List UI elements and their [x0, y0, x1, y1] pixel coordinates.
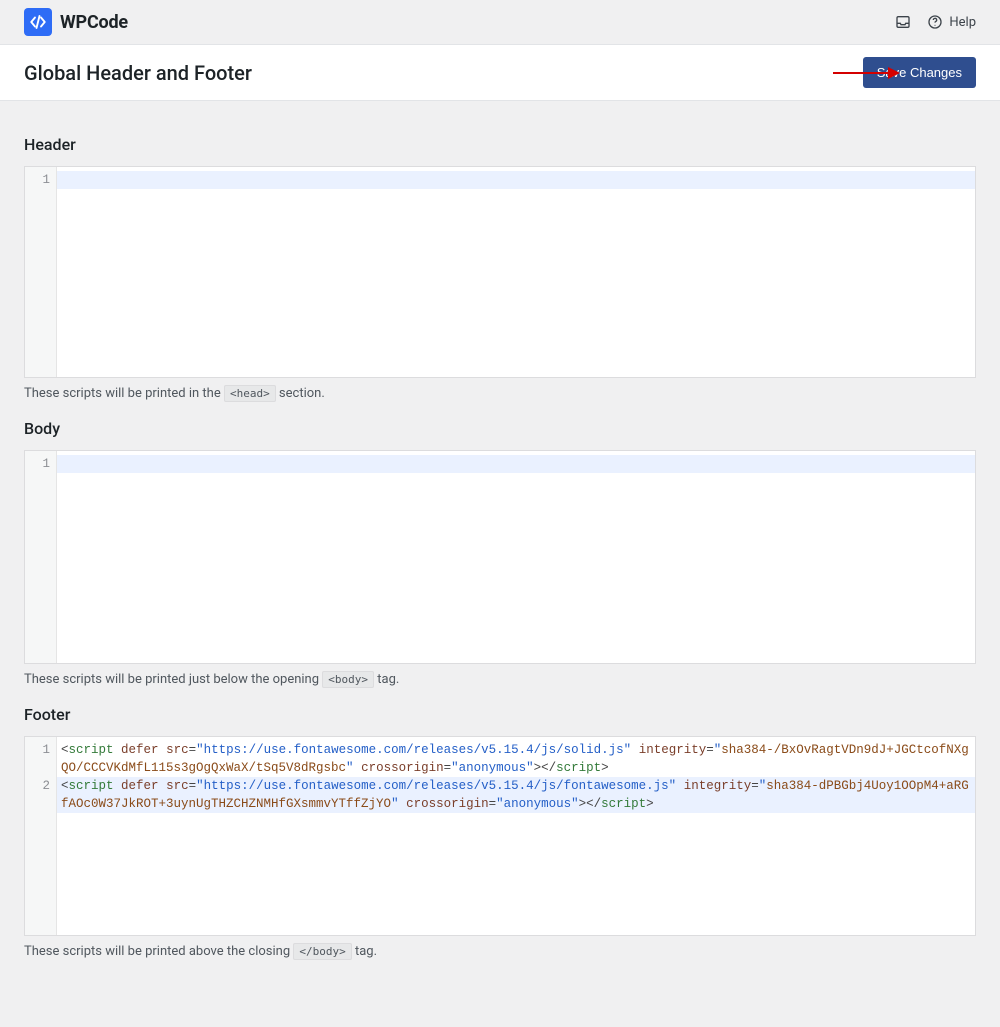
- body-section-title: Body: [24, 419, 976, 438]
- help-icon: [926, 13, 944, 31]
- inbox-icon[interactable]: [894, 13, 912, 31]
- arrow-annotation: [833, 67, 900, 79]
- footer-section-title: Footer: [24, 705, 976, 724]
- code-area[interactable]: [57, 451, 975, 663]
- header-section: Header 1 These scripts will be printed i…: [24, 135, 976, 401]
- header-hint: These scripts will be printed in the <he…: [24, 386, 976, 401]
- logo-text: WPCode: [60, 12, 128, 33]
- help-link[interactable]: Help: [926, 13, 976, 31]
- logo[interactable]: WPCode: [24, 8, 128, 36]
- page-header: Global Header and Footer Save Changes: [0, 44, 1000, 101]
- gutter: 1: [25, 451, 57, 663]
- header-section-title: Header: [24, 135, 976, 154]
- body-hint: These scripts will be printed just below…: [24, 672, 976, 687]
- topbar: WPCode Help: [0, 0, 1000, 44]
- footer-hint: These scripts will be printed above the …: [24, 944, 976, 959]
- gutter: 1: [25, 167, 57, 377]
- header-code-editor[interactable]: 1: [24, 166, 976, 378]
- logo-icon: [24, 8, 52, 36]
- gutter: 12: [25, 737, 57, 935]
- main-content: Header 1 These scripts will be printed i…: [0, 101, 1000, 999]
- footer-section: Footer 12 <script defer src="https://use…: [24, 705, 976, 959]
- code-area[interactable]: [57, 167, 975, 377]
- footer-code-editor[interactable]: 12 <script defer src="https://use.fontaw…: [24, 736, 976, 936]
- help-label: Help: [949, 15, 976, 30]
- body-code-editor[interactable]: 1: [24, 450, 976, 664]
- code-area[interactable]: <script defer src="https://use.fontaweso…: [57, 737, 975, 935]
- body-section: Body 1 These scripts will be printed jus…: [24, 419, 976, 687]
- page-title: Global Header and Footer: [24, 61, 252, 85]
